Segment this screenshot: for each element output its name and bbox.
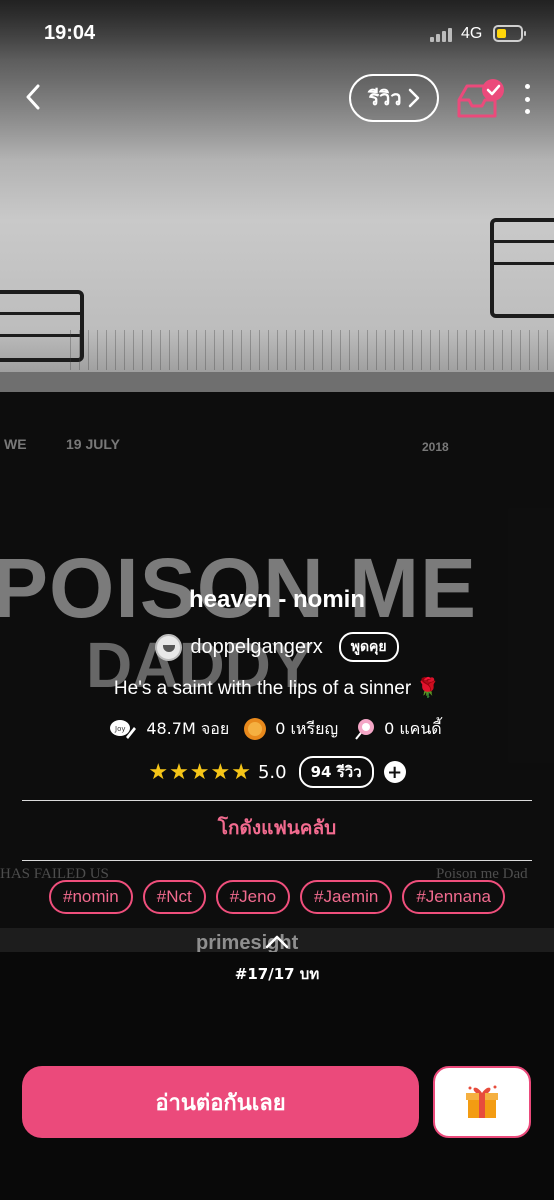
divider-top — [22, 800, 532, 801]
more-dot-icon — [524, 96, 530, 102]
candy-stat: 0 แคนดี้ — [352, 717, 442, 742]
more-options-button[interactable] — [520, 84, 534, 114]
chevron-right-icon — [408, 88, 419, 108]
author-row: doppelgangerx พูดคุย — [0, 632, 554, 662]
rating-stars: ★★★★★ — [148, 759, 252, 785]
signal-icon — [430, 26, 456, 42]
joy-view-icon: Joy — [110, 720, 137, 739]
tag-chip[interactable]: #Jeno — [215, 880, 291, 914]
talk-button[interactable]: พูดคุย — [338, 632, 399, 662]
fanclub-link[interactable]: โกดังแฟนคลับ — [0, 813, 554, 843]
review-button[interactable]: รีวิว — [349, 74, 439, 122]
candy-count: 0 แคนดี้ — [384, 718, 442, 738]
story-tagline: He's a saint with the lips of a sinner 🌹 — [113, 678, 441, 699]
author-name[interactable]: doppelgangerx — [190, 636, 322, 659]
rating-score: 5.0 — [257, 761, 287, 783]
story-title: heaven - nomin — [188, 586, 366, 613]
expand-button[interactable] — [264, 934, 290, 950]
continue-reading-label: อ่านต่อกันเลย — [155, 1090, 286, 1116]
status-bar: 19:04 4G — [0, 0, 554, 64]
tag-chip[interactable]: #Jaemin — [300, 880, 393, 914]
status-time: 19:04 — [44, 22, 96, 44]
chevron-left-icon — [26, 84, 40, 110]
tag-chip[interactable]: #Jennana — [402, 880, 505, 914]
continue-reading-button[interactable]: อ่านต่อกันเลย — [22, 1066, 419, 1138]
views-stat: Joy 48.7M จอย — [108, 717, 229, 742]
add-to-shelf-button[interactable] — [455, 78, 505, 120]
shelf-added-icon — [457, 79, 504, 118]
coins-stat: 0 เหรียญ — [243, 717, 338, 742]
tag-list: #nomin #Nct #Jeno #Jaemin #Jennana — [0, 880, 554, 914]
tag-chip[interactable]: #nomin — [48, 880, 133, 914]
svg-text:Joy: Joy — [114, 725, 126, 733]
network-type: 4G — [461, 25, 483, 42]
author-avatar[interactable] — [155, 633, 183, 661]
coin-icon — [244, 718, 267, 740]
review-count-button[interactable]: 94 รีวิว — [298, 756, 374, 788]
more-dot-icon — [524, 84, 530, 89]
add-review-button[interactable]: + — [383, 761, 406, 783]
more-dot-icon — [524, 109, 530, 114]
rating-row: ★★★★★ 5.0 94 รีวิว + — [0, 756, 554, 788]
divider-bottom — [22, 860, 532, 861]
tag-chip[interactable]: #Nct — [142, 880, 206, 914]
battery-icon — [493, 25, 526, 42]
chapter-count: #17/17 บท — [234, 965, 320, 983]
story-stats: Joy 48.7M จอย 0 เหรียญ 0 แคนดี้ — [0, 714, 554, 744]
fence — [70, 330, 554, 370]
gift-icon — [466, 1085, 498, 1118]
gift-button[interactable] — [433, 1066, 531, 1138]
battery-level — [497, 29, 506, 38]
billboard-frame — [0, 372, 554, 392]
coins-count: 0 เหรียญ — [275, 718, 339, 738]
views-count: 48.7M จอย — [146, 718, 230, 738]
chevron-up-icon — [265, 935, 289, 949]
candy-icon — [355, 719, 375, 740]
back-button[interactable] — [18, 80, 48, 114]
scaffold-right — [490, 218, 554, 318]
review-button-label: รีวิว — [368, 86, 402, 110]
